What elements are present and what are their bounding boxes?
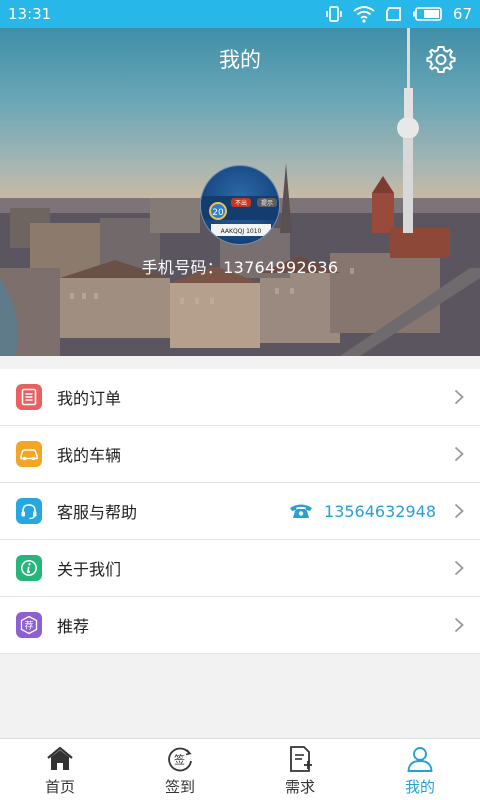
recommend-icon-text: 荐: [24, 621, 33, 632]
user-icon: [407, 747, 433, 772]
menu-item-recommend[interactable]: 荐 推荐: [0, 597, 480, 654]
status-bar: 13:31 67: [0, 0, 480, 28]
menu-label: 关于我们: [57, 560, 122, 579]
sign-in-icon: 签: [168, 747, 192, 772]
menu-label: 我的车辆: [57, 446, 122, 465]
menu-label: 客服与帮助: [57, 503, 138, 522]
bottom-tab-bar: 首页 签 签到 需求 我的: [0, 738, 480, 800]
page-title: 我的: [219, 48, 261, 72]
sim-icon: [386, 7, 401, 21]
phone-info: 手机号码：13764992636: [0, 254, 480, 278]
requirement-icon: [290, 746, 312, 772]
chevron-right-icon: [454, 617, 464, 633]
menu-list: 我的订单 我的车辆 客服与帮助 13564632948 关于我们 荐 推荐: [0, 369, 480, 654]
home-icon: [47, 746, 73, 770]
avatar-btn-2: 提示: [261, 199, 273, 207]
chevron-right-icon: [454, 560, 464, 576]
sign-in-icon-text: 签: [174, 753, 185, 767]
chevron-right-icon: [454, 503, 464, 519]
settings-button[interactable]: [426, 44, 456, 74]
battery-icon: [412, 7, 442, 21]
tab-label: 签到: [164, 778, 195, 796]
gear-icon: [426, 46, 456, 73]
status-icons: 67: [325, 5, 472, 23]
menu-item-orders[interactable]: 我的订单: [0, 369, 480, 426]
profile-header: 我的 20 不出 提示 AAKQQJ 1010 手机号码：13764992636: [0, 28, 480, 356]
tab-label: 我的: [404, 778, 435, 796]
support-phone-number: 13564632948: [324, 501, 436, 521]
status-time: 13:31: [8, 5, 52, 23]
chevron-right-icon: [454, 446, 464, 462]
menu-item-vehicles[interactable]: 我的车辆: [0, 426, 480, 483]
phone-number: 13764992636: [223, 258, 339, 277]
phone-label: 手机号码：: [141, 258, 224, 277]
tab-label: 需求: [284, 778, 315, 796]
avatar-cards: AAKQQJ 1010: [221, 228, 262, 235]
support-phone[interactable]: 13564632948: [288, 502, 436, 521]
tab-requirements[interactable]: 需求: [240, 739, 360, 800]
tab-mine[interactable]: 我的: [360, 739, 480, 800]
avatar-btn-1: 不出: [235, 199, 247, 207]
avatar[interactable]: 20 不出 提示 AAKQQJ 1010: [200, 165, 280, 245]
menu-label: 推荐: [57, 617, 90, 636]
tab-sign-in[interactable]: 签 签到: [120, 739, 240, 800]
order-icon: [16, 384, 42, 410]
avatar-badge-number: 20: [212, 208, 224, 218]
menu-label: 我的订单: [57, 389, 122, 408]
vibrate-icon: [326, 6, 342, 22]
tab-label: 首页: [44, 778, 75, 796]
telephone-icon: [290, 504, 313, 518]
wifi-icon: [353, 6, 375, 23]
game-avatar-image: 20 不出 提示 AAKQQJ 1010: [201, 196, 279, 236]
chevron-right-icon: [454, 389, 464, 405]
menu-item-support[interactable]: 客服与帮助 13564632948: [0, 483, 480, 540]
battery-percent: 67: [452, 5, 472, 23]
car-icon: [16, 441, 42, 467]
recommend-icon: 荐: [16, 612, 42, 638]
menu-item-about[interactable]: 关于我们: [0, 540, 480, 597]
headset-icon: [16, 498, 42, 524]
info-icon: [16, 555, 42, 581]
tab-home[interactable]: 首页: [0, 739, 120, 800]
